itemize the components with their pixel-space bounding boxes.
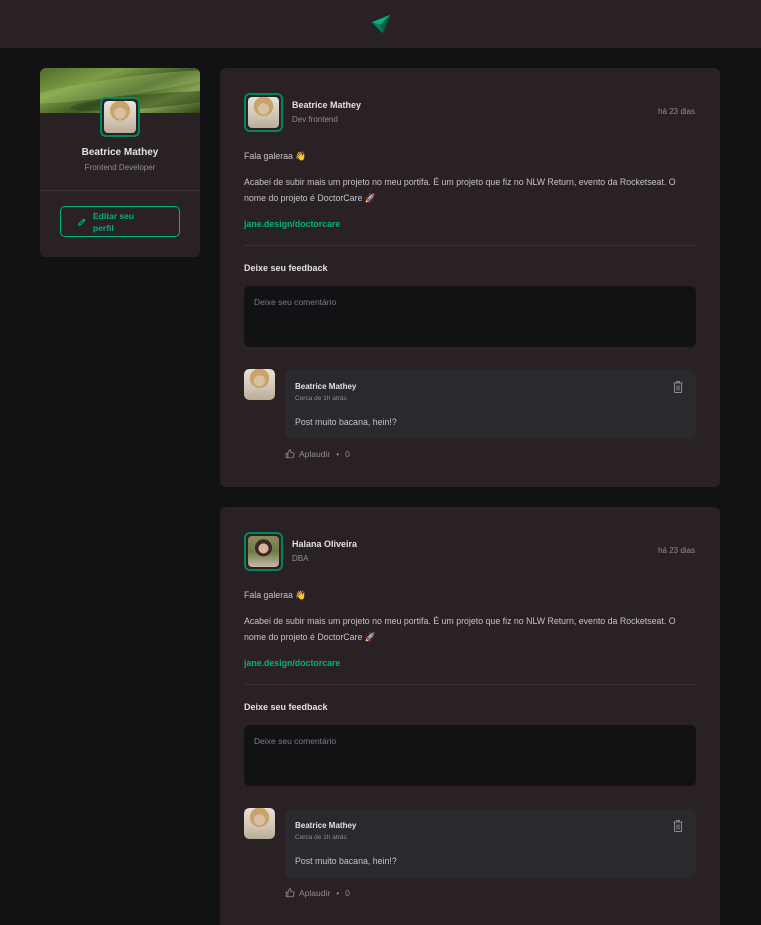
author-name[interactable]: Halana Oliveira <box>292 539 357 549</box>
comment-author: Beatrice Mathey <box>295 382 357 391</box>
post-time: há 23 dias <box>658 546 695 555</box>
trash-icon[interactable] <box>672 819 684 833</box>
paper-plane-icon[interactable] <box>370 13 392 35</box>
feedback-title: Deixe seu feedback <box>244 263 328 273</box>
profile-name: Beatrice Mathey <box>81 147 159 158</box>
thumbs-up-icon <box>285 449 295 459</box>
applaud-label: Aplaudir <box>299 449 331 459</box>
author-name[interactable]: Beatrice Mathey <box>292 100 361 110</box>
comment-input[interactable] <box>244 725 696 786</box>
comment-avatar[interactable] <box>244 808 275 839</box>
comment-avatar[interactable] <box>244 369 275 400</box>
comment-text: Post muito bacana, hein!? <box>295 856 397 866</box>
applaud-count: 0 <box>345 449 350 459</box>
comment-box: Beatrice Mathey Cerca de 1h atrás Post m… <box>285 809 696 878</box>
applaud-button[interactable]: Aplaudir • 0 <box>285 888 350 898</box>
post-body: Acabei de subir mais um projeto no meu p… <box>244 177 676 203</box>
applaud-count: 0 <box>345 888 350 898</box>
comment-time: Cerca de 1h atrás <box>295 834 347 841</box>
trash-icon[interactable] <box>672 380 684 394</box>
separator-dot: • <box>336 449 340 459</box>
divider <box>40 190 200 191</box>
author-avatar[interactable] <box>244 93 283 132</box>
profile-sidebar: Beatrice Mathey Frontend Developer Edita… <box>40 68 200 257</box>
comment-box: Beatrice Mathey Cerca de 1h atrás Post m… <box>285 370 696 439</box>
comment-input[interactable] <box>244 286 696 347</box>
author-role: DBA <box>292 554 309 563</box>
comment-time: Cerca de 1h atrás <box>295 395 347 402</box>
applaud-button[interactable]: Aplaudir • 0 <box>285 449 350 459</box>
comment-text: Post muito bacana, hein!? <box>295 417 397 427</box>
post-greeting: Fala galeraa 👋 <box>244 590 307 600</box>
separator-dot: • <box>336 888 340 898</box>
edit-profile-label: Editar seu perfil <box>93 210 135 233</box>
divider <box>244 684 696 685</box>
profile-role: Frontend Developer <box>84 163 156 172</box>
author-avatar[interactable] <box>244 532 283 571</box>
author-role: Dev frontend <box>292 115 338 124</box>
feedback-title: Deixe seu feedback <box>244 702 328 712</box>
edit-profile-button[interactable]: Editar seu perfil <box>60 206 180 237</box>
pencil-icon <box>77 217 86 226</box>
post-content: Fala galeraa 👋 Acabei de subir mais um p… <box>244 587 696 681</box>
post-card: Halana Oliveira DBA há 23 dias Fala gale… <box>220 507 720 925</box>
post-time: há 23 dias <box>658 107 695 116</box>
divider <box>244 245 696 246</box>
thumbs-up-icon <box>285 888 295 898</box>
post-link[interactable]: jane.design/doctorcare <box>244 219 340 229</box>
post-link[interactable]: jane.design/doctorcare <box>244 658 340 668</box>
applaud-label: Aplaudir <box>299 888 331 898</box>
post-card: Beatrice Mathey Dev frontend há 23 dias … <box>220 68 720 487</box>
app-header <box>0 0 761 48</box>
post-greeting: Fala galeraa 👋 <box>244 151 307 161</box>
comment-author: Beatrice Mathey <box>295 821 357 830</box>
avatar[interactable] <box>100 97 140 137</box>
post-content: Fala galeraa 👋 Acabei de subir mais um p… <box>244 148 696 242</box>
post-body: Acabei de subir mais um projeto no meu p… <box>244 616 676 642</box>
